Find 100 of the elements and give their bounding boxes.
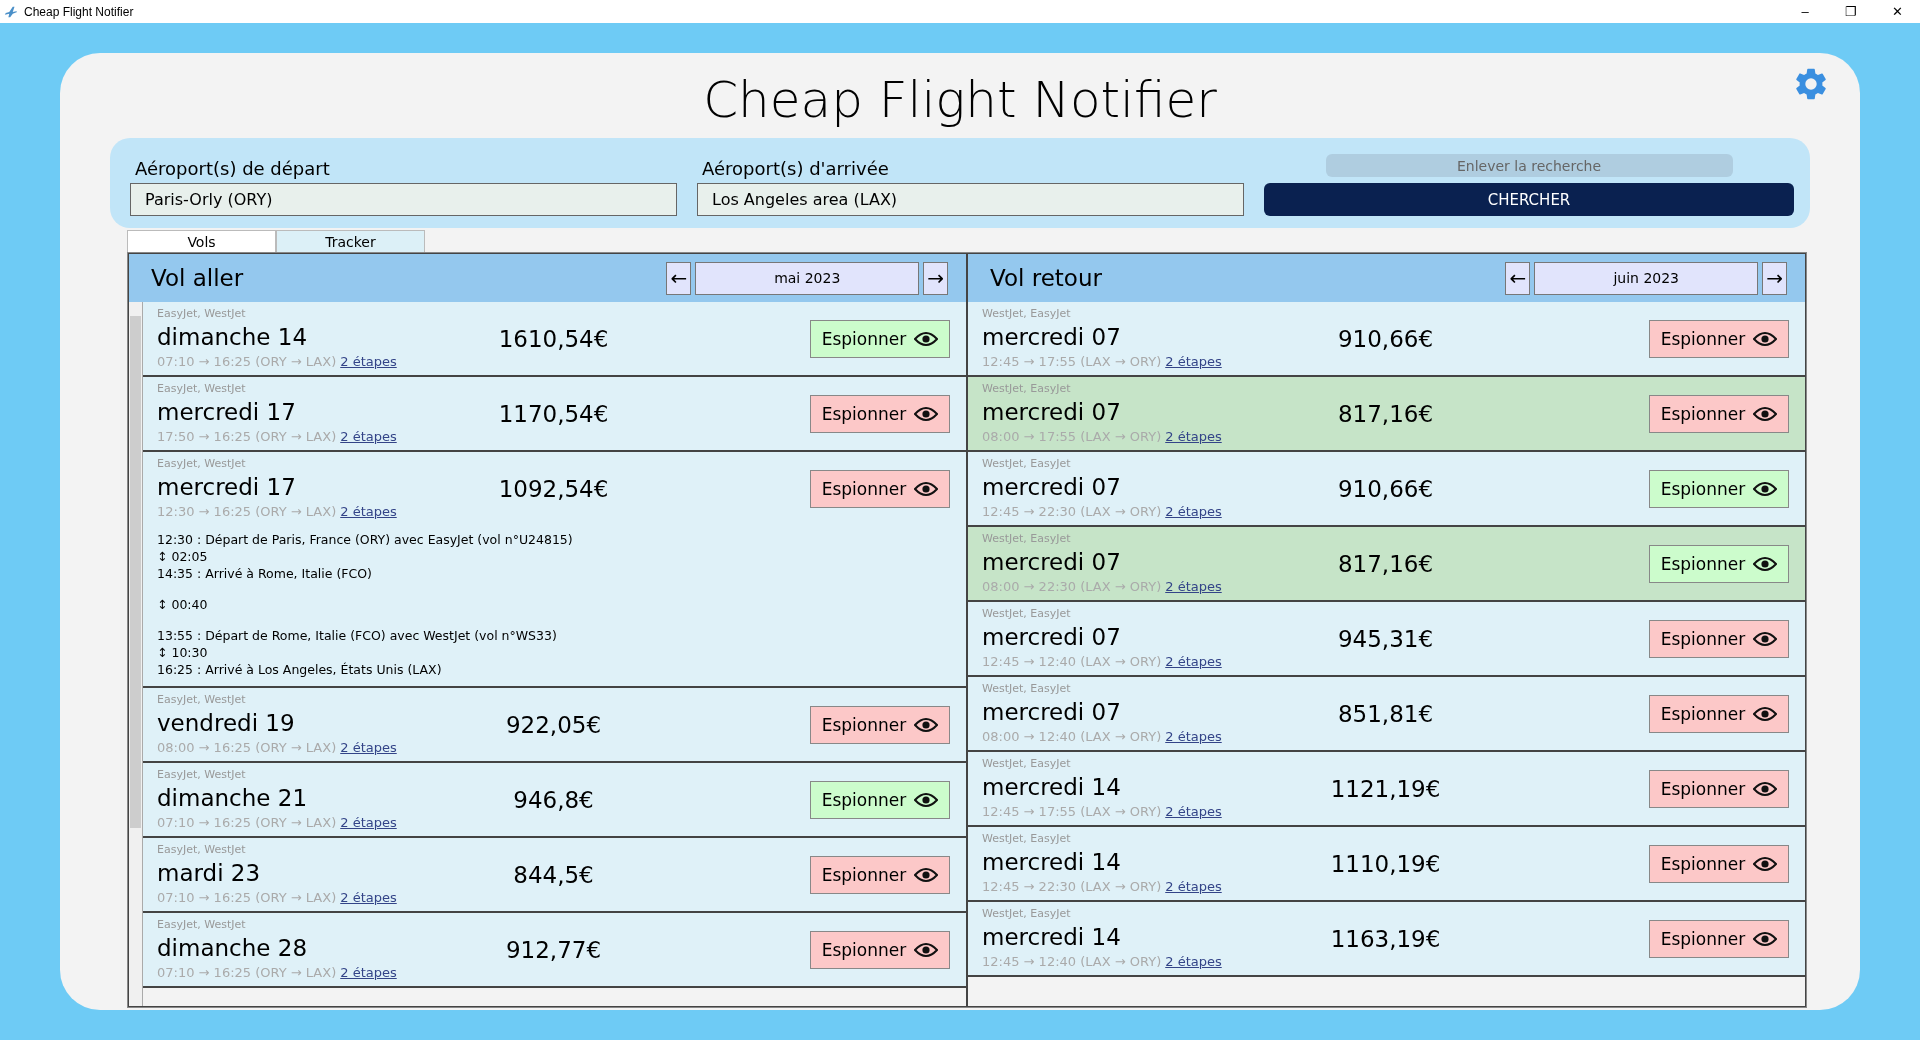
airline-names: WestJet, EasyJet [982, 456, 1072, 471]
flight-row[interactable]: WestJet, EasyJet mercredi 14 12:45 → 22:30 (LAX → ORY) 2 étapes 1110,19€ Espionner [968, 827, 1805, 902]
month-selector[interactable]: mai 2023 [695, 261, 920, 295]
itinerary-line: ↕ 02:05 [157, 548, 209, 565]
window-control[interactable]: – [1782, 4, 1828, 19]
next-month-button[interactable]: → [1762, 261, 1787, 295]
airport-field[interactable]: Los Angeles area (LAX) [697, 183, 1244, 216]
stops-link[interactable]: 2 étapes [1165, 729, 1222, 744]
spy-button[interactable]: Espionner [1649, 694, 1789, 733]
spy-button[interactable]: Espionner [1649, 394, 1789, 433]
airline-names: WestJet, EasyJet [982, 681, 1072, 696]
airline-names: EasyJet, WestJet [157, 692, 247, 707]
flight-day: mercredi 07 [982, 396, 1338, 428]
tab[interactable]: Vols [127, 230, 276, 252]
stops-link[interactable]: 2 étapes [1165, 954, 1222, 969]
spy-button[interactable]: Espionner [1649, 319, 1789, 358]
stops-link[interactable]: 2 étapes [340, 504, 397, 519]
airline-names: WestJet, EasyJet [982, 756, 1072, 771]
spy-button[interactable]: Espionner [810, 855, 950, 894]
flight-price: 817,16€ [1337, 550, 1434, 577]
flight-times: 12:45 → 17:55 (LAX → ORY) [982, 804, 1162, 819]
airline-names: EasyJet, WestJet [157, 767, 247, 782]
flight-row[interactable]: EasyJet, WestJet dimanche 21 07:10 → 16:25 (ORY → LAX) 2 étapes 946,8€ Espionner [143, 763, 966, 838]
airline-names: EasyJet, WestJet [157, 917, 247, 932]
flight-day: mercredi 07 [982, 321, 1338, 353]
previous-month-button[interactable]: ← [1505, 261, 1531, 295]
flight-day: mercredi 17 [157, 471, 499, 503]
month-selector[interactable]: juin 2023 [1534, 261, 1759, 295]
spy-button[interactable]: Espionner [810, 394, 950, 433]
airline-names: WestJet, EasyJet [982, 606, 1072, 621]
flight-price: 1610,54€ [498, 325, 609, 352]
flight-row[interactable]: WestJet, EasyJet mercredi 14 12:45 → 12:40 (LAX → ORY) 2 étapes 1163,19€ Espionner [968, 902, 1805, 977]
airline-names: EasyJet, WestJet [157, 456, 247, 471]
spy-button[interactable]: Espionner [810, 319, 950, 358]
spy-button[interactable]: Espionner [810, 705, 950, 744]
flight-times: 12:45 → 22:30 (LAX → ORY) [982, 879, 1162, 894]
flight-price: 1092,54€ [498, 475, 609, 502]
flight-row[interactable]: WestJet, EasyJet mercredi 07 08:00 → 22:30 (LAX → ORY) 2 étapes 817,16€ Espionner [968, 527, 1805, 602]
flight-times: 08:00 → 16:25 (ORY → LAX) [157, 740, 337, 755]
stops-link[interactable]: 2 étapes [1165, 504, 1222, 519]
spy-button[interactable]: Espionner [1649, 769, 1789, 808]
stops-link[interactable]: 2 étapes [1165, 879, 1222, 894]
flight-day: mercredi 07 [982, 546, 1338, 578]
flight-day: mercredi 14 [982, 846, 1331, 878]
flight-day: mercredi 07 [982, 621, 1338, 653]
spy-button[interactable]: Espionner [1649, 919, 1789, 958]
itinerary-line: ↕ 00:40 [157, 596, 209, 613]
flight-times: 08:00 → 12:40 (LAX → ORY) [982, 729, 1162, 744]
flight-day: vendredi 19 [157, 707, 506, 739]
flight-price: 946,8€ [513, 786, 594, 813]
flight-day: dimanche 14 [157, 321, 499, 353]
spy-button[interactable]: Espionner [810, 930, 950, 969]
flight-row[interactable]: EasyJet, WestJet dimanche 28 07:10 → 16:25 (ORY → LAX) 2 étapes 912,77€ Espionner [143, 913, 966, 988]
stops-link[interactable]: 2 étapes [340, 965, 397, 980]
flight-row[interactable]: EasyJet, WestJet mardi 23 07:10 → 16:25 (ORY → LAX) 2 étapes 844,5€ Espionner [143, 838, 966, 913]
flight-row[interactable]: EasyJet, WestJet mercredi 17 17:50 → 16:25 (ORY → LAX) 2 étapes 1170,54€ Espionner [143, 377, 966, 452]
spy-button[interactable]: Espionner [810, 469, 950, 508]
flight-row[interactable]: WestJet, EasyJet mercredi 07 08:00 → 12:40 (LAX → ORY) 2 étapes 851,81€ Espionner [968, 677, 1805, 752]
stops-link[interactable]: 2 étapes [340, 815, 397, 830]
stops-link[interactable]: 2 étapes [340, 890, 397, 905]
flight-row[interactable]: WestJet, EasyJet mercredi 07 12:45 → 17:55 (LAX → ORY) 2 étapes 910,66€ Espionner [968, 302, 1805, 377]
stops-link[interactable]: 2 étapes [1165, 804, 1222, 819]
itinerary-line: ↕ 10:30 [157, 644, 209, 661]
spy-button[interactable]: Espionner [1649, 469, 1789, 508]
flight-times: 12:45 → 12:40 (LAX → ORY) [982, 654, 1162, 669]
flight-times: 07:10 → 16:25 (ORY → LAX) [157, 815, 337, 830]
itinerary-line: 12:30 : Départ de Paris, France (ORY) avec EasyJet (vol n°U24815) [157, 531, 574, 548]
stops-link[interactable]: 2 étapes [1165, 354, 1222, 369]
spy-button[interactable]: Espionner [810, 780, 950, 819]
flight-row[interactable]: EasyJet, WestJet dimanche 14 07:10 → 16:25 (ORY → LAX) 2 étapes 1610,54€ Espionner [143, 302, 966, 377]
flight-price: 851,81€ [1337, 700, 1434, 727]
next-month-button[interactable]: → [923, 261, 948, 295]
stops-link[interactable]: 2 étapes [1165, 654, 1222, 669]
flight-day: mercredi 07 [982, 696, 1338, 728]
tab[interactable]: Tracker [276, 230, 425, 252]
airline-names: WestJet, EasyJet [982, 831, 1072, 846]
column-title: Vol retour [990, 265, 1103, 291]
flight-row[interactable]: WestJet, EasyJet mercredi 07 08:00 → 17:55 (LAX → ORY) 2 étapes 817,16€ Espionner [968, 377, 1805, 452]
stops-link[interactable]: 2 étapes [1165, 579, 1222, 594]
flight-row[interactable]: WestJet, EasyJet mercredi 07 12:45 → 22:30 (LAX → ORY) 2 étapes 910,66€ Espionner [968, 452, 1805, 527]
flight-row[interactable]: WestJet, EasyJet mercredi 07 12:45 → 12:40 (LAX → ORY) 2 étapes 945,31€ Espionner [968, 602, 1805, 677]
window-control[interactable]: ✕ [1874, 4, 1920, 19]
spy-button[interactable]: Espionner [1649, 544, 1789, 583]
flight-row[interactable]: WestJet, EasyJet mercredi 14 12:45 → 17:55 (LAX → ORY) 2 étapes 1121,19€ Espionner [968, 752, 1805, 827]
previous-month-button[interactable]: ← [666, 261, 692, 295]
airline-names: EasyJet, WestJet [157, 842, 247, 857]
window-control[interactable]: ❐ [1828, 4, 1874, 19]
flight-day: mercredi 14 [982, 771, 1331, 803]
field-label: Aéroport(s) d'arrivée [702, 158, 890, 179]
stops-link[interactable]: 2 étapes [340, 354, 397, 369]
spy-button[interactable]: Espionner [1649, 619, 1789, 658]
airport-field[interactable]: Paris-Orly (ORY) [130, 183, 677, 216]
field-label: Aéroport(s) de départ [135, 158, 331, 179]
stops-link[interactable]: 2 étapes [1165, 429, 1222, 444]
stops-link[interactable]: 2 étapes [340, 740, 397, 755]
stops-link[interactable]: 2 étapes [340, 429, 397, 444]
flight-times: 17:50 → 16:25 (ORY → LAX) [157, 429, 337, 444]
spy-button[interactable]: Espionner [1649, 844, 1789, 883]
flight-row[interactable]: EasyJet, WestJet vendredi 19 08:00 → 16:25 (ORY → LAX) 2 étapes 922,05€ Espionner [143, 688, 966, 763]
search-button[interactable]: CHERCHER [1264, 183, 1794, 216]
